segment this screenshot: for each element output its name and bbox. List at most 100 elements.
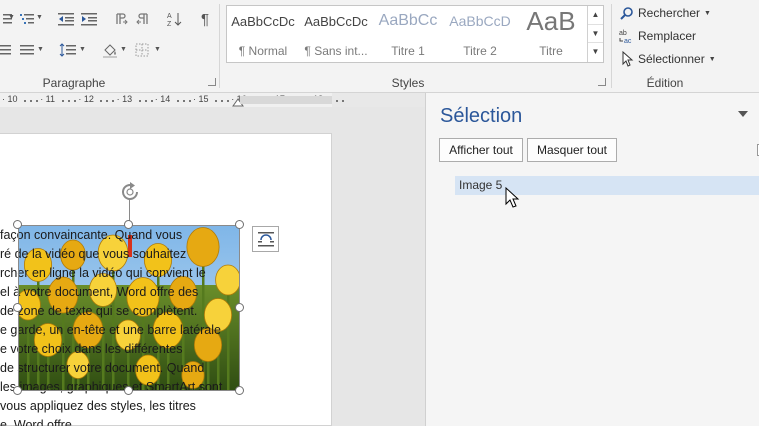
style-preview: AaBbCcD [449,13,511,29]
tulip-flower [143,243,173,277]
hide-all-button[interactable]: Masquer tout [527,138,617,162]
chevron-down-icon[interactable]: ▼ [120,46,127,53]
tulip-flower [135,354,161,386]
style-name: Titre 2 [463,44,497,58]
style-preview: AaBbCcDc [231,14,295,29]
pilcrow-icon[interactable]: ¶ [194,9,216,29]
chevron-up-icon[interactable]: ▲ [588,6,603,25]
style-title[interactable]: AaB Titre [518,6,584,60]
chevron-down-icon[interactable]: ▼ [154,46,161,53]
ruler-dot [215,100,217,102]
tulip-flower [72,311,104,349]
ruler-dot [335,100,338,102]
ruler-tick-label: · 13 [116,94,133,104]
style-preview: AaBbCc [378,12,438,29]
tulip-flower [115,319,141,351]
tulip-flower [168,276,198,310]
ruler-dot [138,100,141,102]
selection-item[interactable]: Image 5 [455,176,759,195]
justify-icon[interactable] [0,40,16,60]
style-preview: AaB [526,6,576,36]
selection-item-label: Image 5 [459,178,503,192]
style-heading-2[interactable]: AaBbCcD Titre 2 [447,8,513,60]
chevron-down-icon[interactable]: ▼ [8,14,15,21]
ruler-dot [112,100,115,102]
ltr-text-icon[interactable] [110,9,132,29]
tulip-picture[interactable] [18,225,240,391]
resize-handle[interactable] [13,220,22,229]
select-label: Sélectionner [638,52,705,66]
ruler-dot [24,100,26,102]
style-no-spacing[interactable]: AaBbCcDc ¶ Sans int... [303,8,369,60]
shading-icon[interactable] [99,40,121,60]
find-label: Rechercher [638,6,701,20]
resize-handle[interactable] [13,303,22,312]
chevron-down-icon[interactable]: ▼ [588,25,603,44]
editing-group-label: Édition [646,76,684,90]
style-normal[interactable]: AaBbCcDc ¶ Normal [230,8,296,60]
align-distributed-icon[interactable] [17,40,39,60]
tulip-flower [33,323,63,357]
resize-handle[interactable] [235,303,244,312]
resize-handle[interactable] [13,386,22,395]
ruler-dot [30,100,32,102]
styles-dialog-launcher[interactable] [598,78,606,86]
paragraph-dialog-launcher[interactable] [208,78,216,86]
chevron-down-icon[interactable]: ▼ [37,46,44,53]
replace-label: Remplacer [638,29,697,43]
chevron-down-icon[interactable]: ▼ [79,46,86,53]
mouse-pointer-icon [505,187,520,208]
decrease-indent-icon[interactable] [56,9,78,29]
multilevel-list-icon[interactable] [16,9,38,29]
find-button[interactable]: Rechercher ▼ [618,3,711,23]
tulip-stem [112,253,115,391]
select-button[interactable]: Sélectionner ▼ [618,49,716,69]
search-icon [618,5,636,21]
group-separator [219,4,220,88]
show-all-button[interactable]: Afficher tout [439,138,523,162]
more-styles-icon[interactable]: ▼ [588,43,603,62]
svg-text:A: A [167,13,172,20]
chevron-down-icon[interactable]: ▼ [704,10,711,17]
ruler-dot [36,100,38,102]
resize-handle[interactable] [124,220,133,229]
ruler-tick-label: · 14 [154,94,171,104]
replace-button[interactable]: ab ac Remplacer [618,26,696,46]
ruler-dot [188,100,191,102]
borders-icon[interactable] [131,40,153,60]
horizontal-ruler[interactable]: · 10· 11· 12· 13· 14· 15· 16· 17· 18 [0,93,344,107]
pane-options-icon[interactable] [738,111,748,117]
style-name: ¶ Sans int... [304,44,368,58]
style-name: Titre 1 [391,44,425,58]
ruler-dot [221,100,223,102]
layout-options-button[interactable] [252,226,279,252]
tulip-flower [193,328,223,362]
tulip-flower [60,239,86,271]
tulip-flower [66,351,90,379]
red-accent [128,235,132,257]
styles-gallery: AaBbCcDc ¶ Normal AaBbCcDc ¶ Sans int...… [226,5,604,63]
chevron-down-icon[interactable]: ▼ [36,14,43,21]
tulip-flower [23,248,53,282]
svg-text:Z: Z [167,21,172,27]
rotate-icon[interactable] [118,180,142,204]
ruler-tick-label: · 11 [40,94,56,104]
resize-handle[interactable] [235,220,244,229]
resize-handle[interactable] [124,386,133,395]
ruler-tick-label: · 12 [78,94,94,104]
tulip-stem [227,280,230,391]
rtl-text-icon[interactable] [132,9,154,29]
sort-icon[interactable]: AZ [163,9,185,29]
ruler-dot [68,100,71,102]
tulip-flower [97,234,129,272]
increase-indent-icon[interactable] [79,9,101,29]
cursor-select-icon [618,51,636,67]
style-heading-1[interactable]: AaBbCc Titre 1 [375,8,441,60]
chevron-down-icon[interactable]: ▼ [709,56,716,63]
tulip-flower [88,273,118,307]
ruler-dot [144,100,147,102]
style-name: Titre [539,44,563,58]
resize-handle[interactable] [235,386,244,395]
styles-group-label: Styles [391,76,425,90]
line-spacing-icon[interactable] [57,40,79,60]
